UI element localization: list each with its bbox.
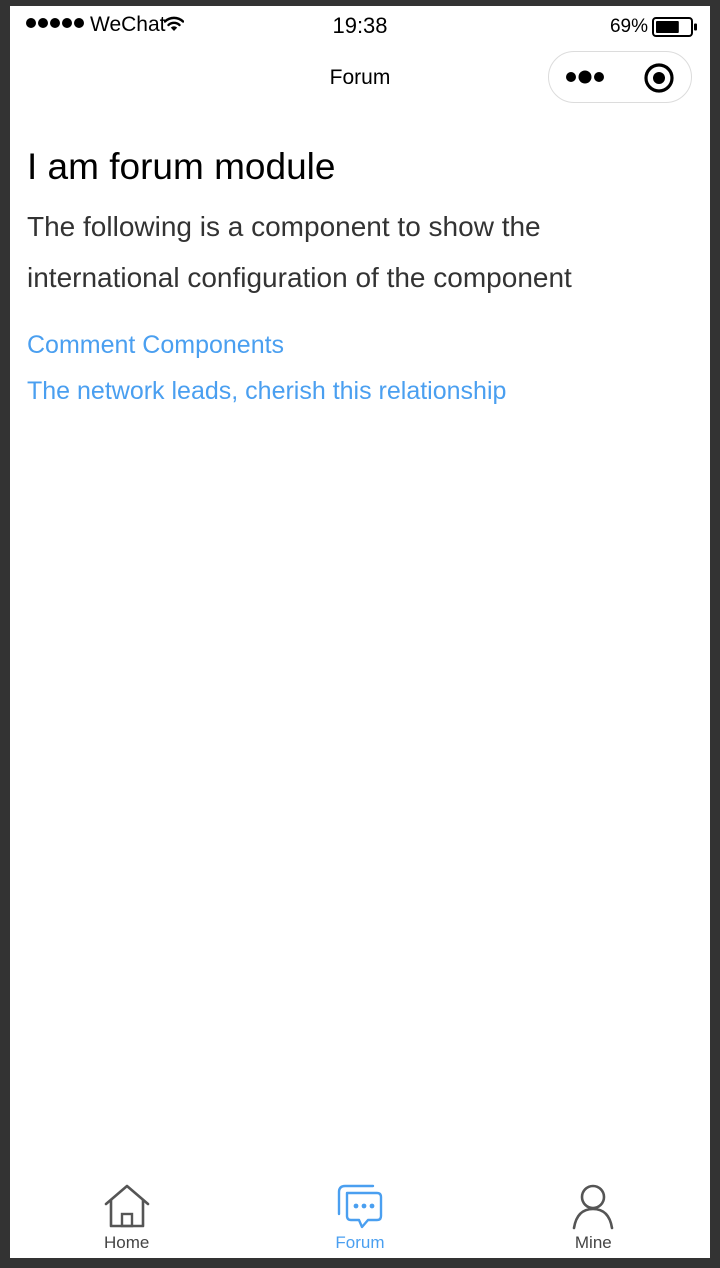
status-bar: WeChat 19:38 69% (10, 6, 710, 46)
main-content: I am forum module The following is a com… (27, 144, 687, 414)
tab-home-label: Home (103, 1233, 150, 1252)
more-options-icon[interactable] (565, 69, 605, 90)
phone-screen: WeChat 19:38 69% Forum I am forum module… (10, 6, 710, 1258)
battery-percentage: 69% (609, 16, 648, 37)
links-list: Comment Components The network leads, ch… (27, 322, 687, 414)
tab-mine-label: Mine (574, 1233, 612, 1252)
capsule-divider (620, 66, 621, 90)
forum-icon (335, 1182, 385, 1232)
module-description: The following is a component to show the… (27, 211, 572, 293)
tab-forum[interactable]: Forum (243, 1172, 476, 1258)
comment-components-link[interactable]: Comment Components (27, 322, 687, 368)
network-relationship-link[interactable]: The network leads, cherish this relation… (27, 368, 687, 414)
close-mini-program-icon[interactable] (643, 62, 675, 99)
home-icon (102, 1182, 152, 1232)
mini-program-capsule (548, 51, 692, 103)
status-time: 19:38 (332, 13, 388, 38)
tab-forum-label: Forum (335, 1233, 385, 1252)
battery-icon (652, 17, 698, 42)
user-icon (568, 1182, 618, 1232)
tab-bar: Home Forum Mine (10, 1172, 710, 1258)
module-heading: I am forum module (27, 146, 336, 187)
tab-mine[interactable]: Mine (477, 1172, 710, 1258)
tab-home[interactable]: Home (10, 1172, 243, 1258)
